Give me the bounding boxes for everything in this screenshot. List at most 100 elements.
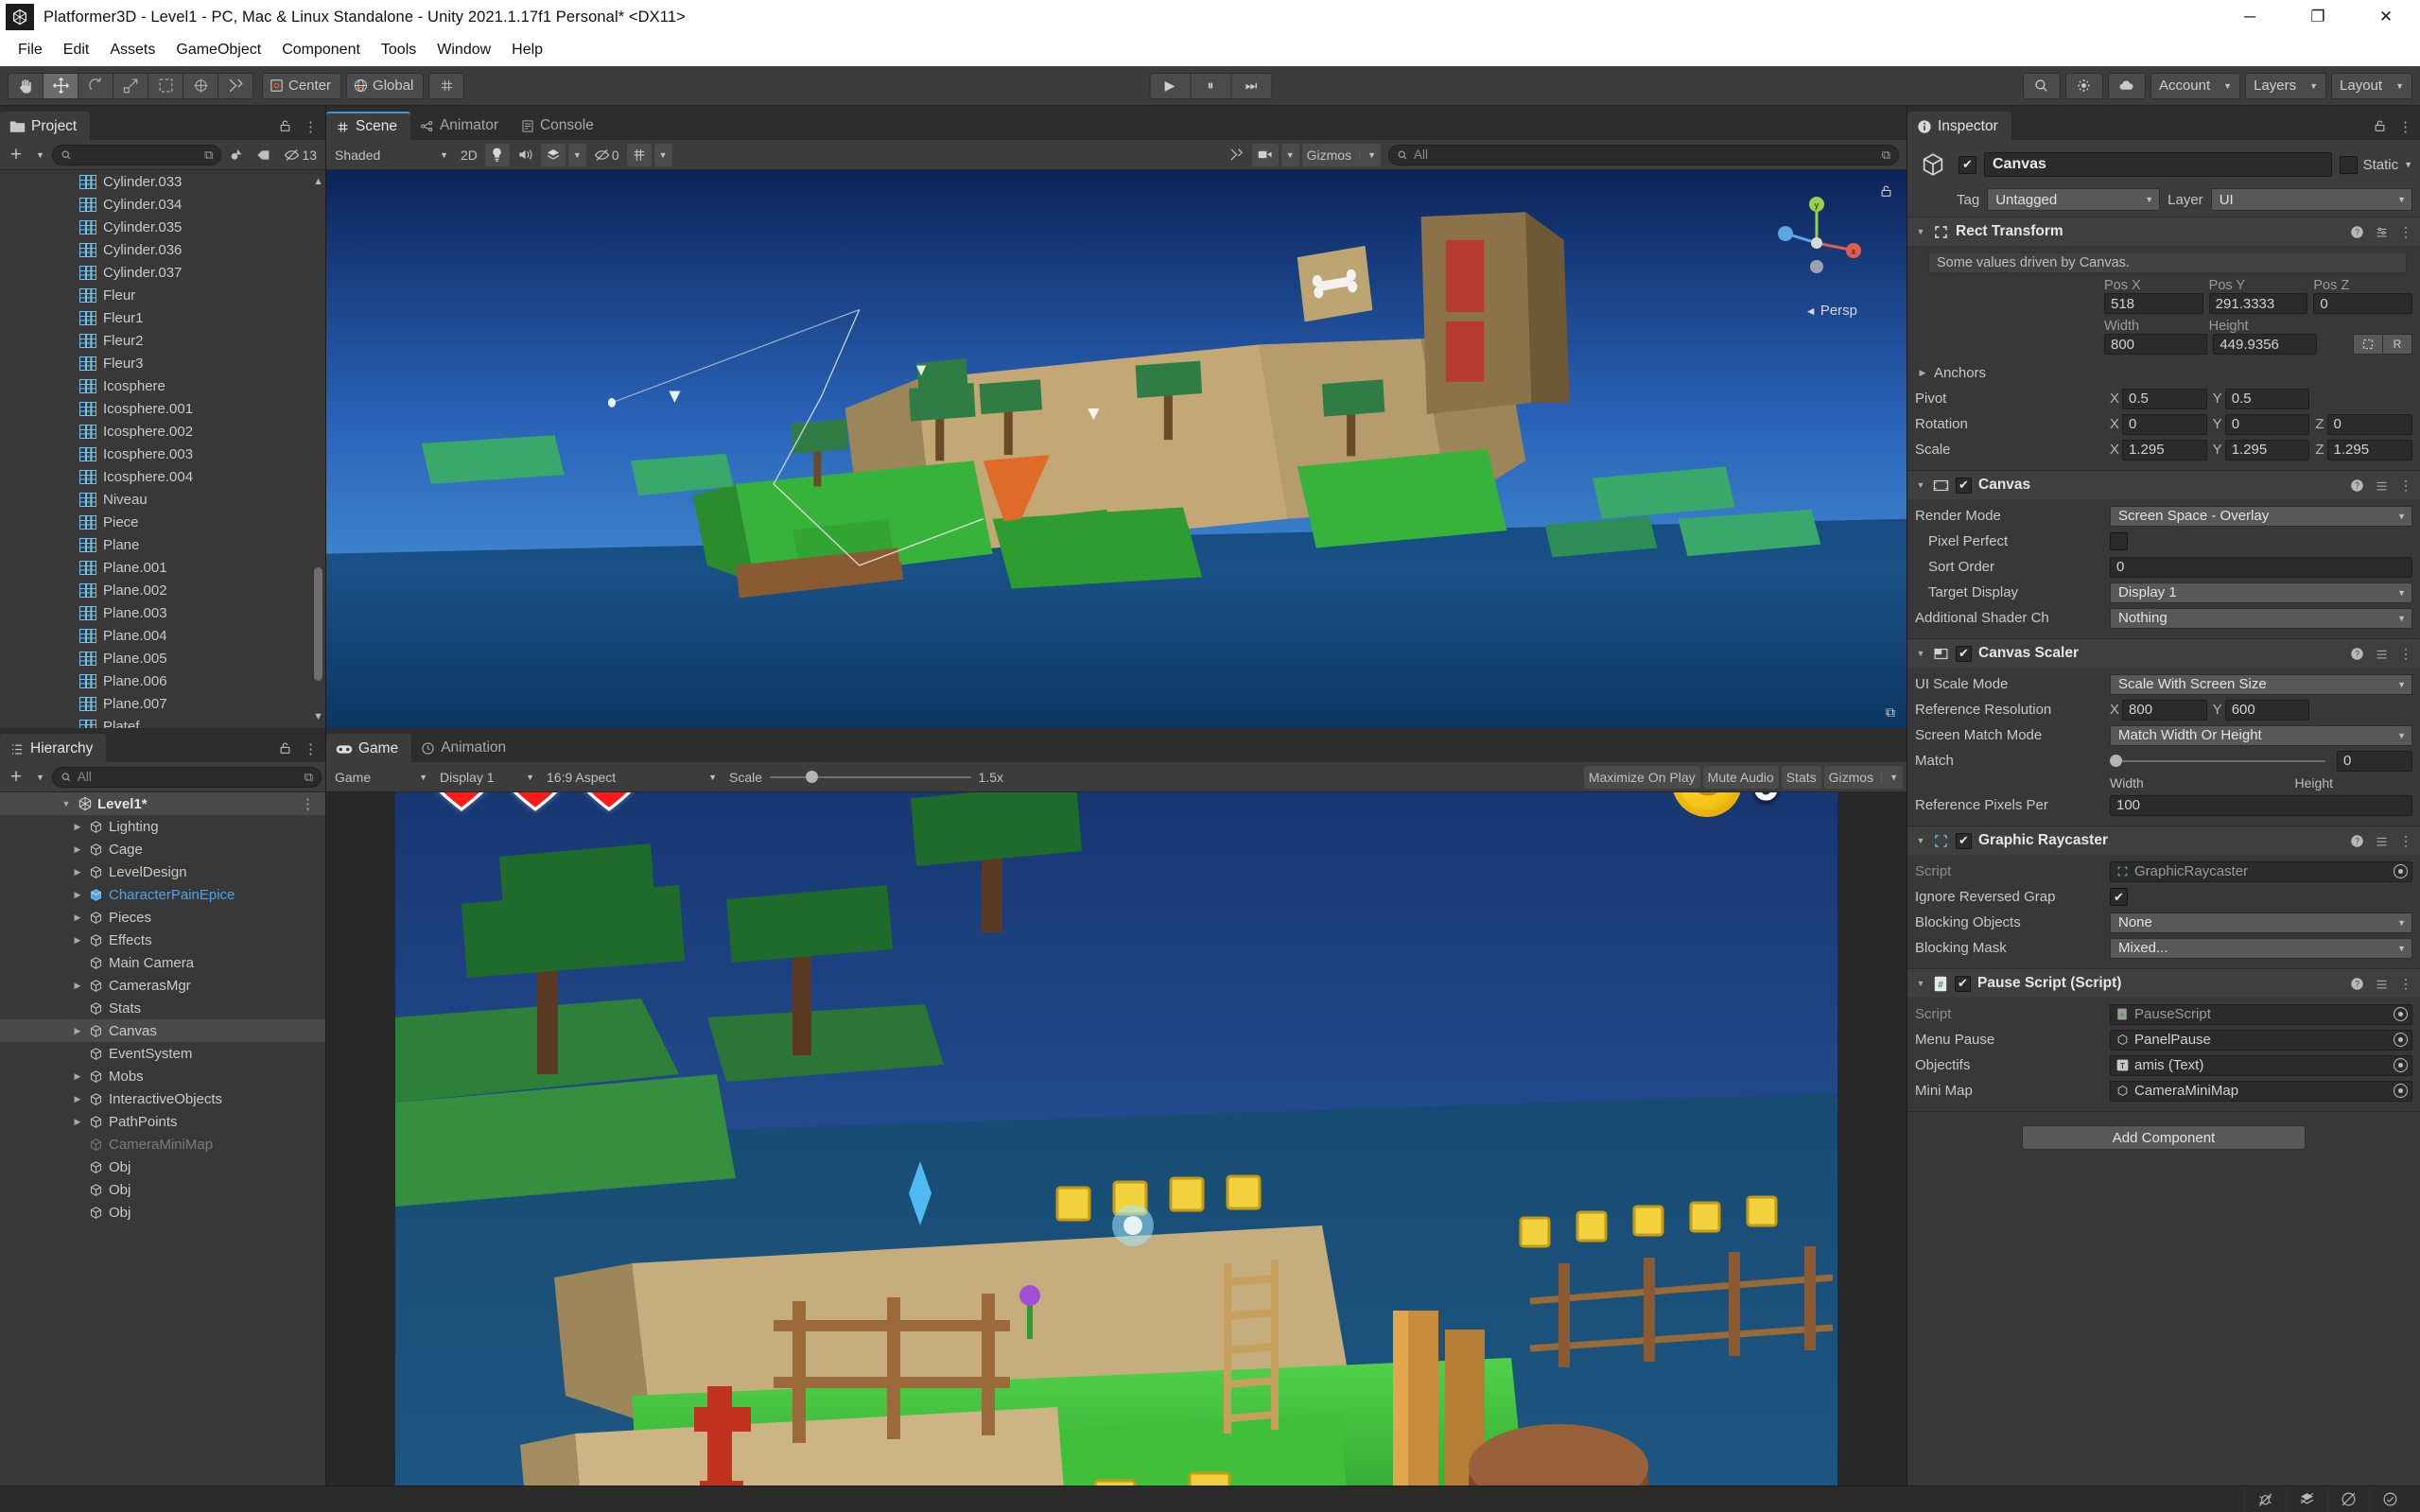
mini-map-object-field[interactable]: CameraMiniMap [2110,1080,2412,1102]
help-icon[interactable]: ? [2350,977,2364,991]
custom-editor-tool-button[interactable] [218,72,253,99]
light-bulb-icon[interactable] [484,143,510,166]
effects-caret-icon[interactable]: ▼ [567,143,586,166]
hierarchy-item-cameraminimap[interactable]: ▶ CameraMiniMap [0,1133,325,1156]
layers-dropdown[interactable]: Layers ▼ [2245,72,2327,99]
anchors-expand-icon[interactable]: ▶ [1917,368,1928,378]
blocking-objects-select[interactable]: None ▼ [2110,912,2412,933]
render-mode-select[interactable]: Screen Space - Overlay ▼ [2110,505,2412,527]
hierarchy-item-obj[interactable]: ▶ Obj [0,1178,325,1201]
add-component-button[interactable]: Add Component [2022,1125,2306,1150]
pixel-perfect-checkbox[interactable]: ✔ [2110,532,2128,550]
project-menu-icon[interactable]: ⋮ [304,118,318,135]
canvas-enabled-checkbox[interactable]: ✔ [1956,477,1972,494]
game-display-dropdown[interactable]: Display 1 ▼ [435,766,539,789]
audio-icon[interactable] [513,144,538,166]
expand-arrow-icon[interactable]: ▼ [61,799,72,808]
hierarchy-item-obj[interactable]: ▶ Obj [0,1156,325,1178]
help-icon[interactable]: ? [2350,647,2364,661]
scale-x-input[interactable]: 1.295 [2122,439,2207,461]
objectifs-object-field[interactable]: T amis (Text) [2110,1054,2412,1076]
project-search-input[interactable]: ⧉ [51,144,222,165]
expand-arrow-icon[interactable]: ▶ [72,844,83,855]
lock-icon[interactable] [2373,118,2387,135]
project-scrollbar[interactable] [314,567,322,681]
project-asset-item[interactable]: Icosphere.004 [0,465,325,488]
tab-animator[interactable]: Animator [410,112,512,140]
project-asset-item[interactable]: Plane.007 [0,692,325,715]
hierarchy-item-canvas[interactable]: ▶ Canvas [0,1019,325,1042]
window-close-button[interactable]: ✕ [2352,0,2420,34]
object-picker-icon[interactable] [2394,864,2408,878]
layout-dropdown[interactable]: Layout ▼ [2331,72,2412,99]
expand-arrow-icon[interactable]: ▶ [72,890,83,900]
hierarchy-item-lighting[interactable]: ▶ Lighting [0,815,325,838]
search-expand-icon[interactable]: ⧉ [204,148,213,163]
project-asset-item[interactable]: Niveau [0,488,325,511]
account-dropdown[interactable]: Account ▼ [2150,72,2241,99]
services-icon[interactable] [2064,72,2103,99]
rect-tool-button[interactable] [148,72,183,99]
hierarchy-item-camerasmgr[interactable]: ▶ CamerasMgr [0,974,325,997]
rotation-z-input[interactable]: 0 [2326,413,2413,435]
scene-expand-icon[interactable]: ⧉ [1886,704,1895,721]
script-object-field[interactable]: GraphicRaycaster [2110,860,2412,882]
menu-pause-object-field[interactable]: PanelPause [2110,1029,2412,1051]
scene-persp-label[interactable]: ◄ Persp [1805,303,1857,319]
help-icon[interactable]: ? [2350,225,2364,239]
menu-assets[interactable]: Assets [99,39,165,61]
scene-menu-icon[interactable]: ⋮ [301,795,316,812]
help-icon[interactable]: ? [2350,834,2364,848]
reference-pixels-input[interactable]: 100 [2110,794,2412,816]
project-asset-item[interactable]: Piece [0,511,325,533]
expand-arrow-icon[interactable]: ▶ [72,1117,83,1127]
scene-draw-mode-dropdown[interactable]: Shaded ▼ [330,144,453,166]
layers-status-icon[interactable] [2286,1486,2327,1512]
expand-arrow-icon[interactable]: ▶ [72,935,83,946]
scene-lock-icon[interactable] [1879,183,1893,199]
tab-project[interactable]: Project [0,112,91,140]
game-scale-slider[interactable]: Scale 1.5x [724,766,1008,789]
project-add-caret-icon[interactable]: ▼ [31,144,49,166]
ui-scale-mode-select[interactable]: Scale With Screen Size ▼ [2110,673,2412,695]
preset-icon[interactable] [2375,225,2389,239]
hierarchy-item-cage[interactable]: ▶ Cage [0,838,325,860]
layer-dropdown[interactable]: UI ▼ [2210,188,2412,211]
expand-arrow-icon[interactable]: ▶ [72,1026,83,1036]
game-maximize-on-play-toggle[interactable]: Maximize On Play [1583,765,1700,789]
project-filter-type-icon[interactable] [224,144,249,166]
window-minimize-button[interactable]: ─ [2216,0,2284,34]
object-picker-icon[interactable] [2394,1084,2408,1098]
expand-arrow-icon[interactable]: ▶ [72,1071,83,1082]
component-header[interactable]: ▼ ✔ Canvas ? ⋮ [1907,471,2420,499]
window-maximize-button[interactable]: ❐ [2284,0,2352,34]
hierarchy-add-button[interactable]: + [4,766,28,789]
tab-hierarchy[interactable]: Hierarchy [0,734,107,762]
hierarchy-item-pathpoints[interactable]: ▶ PathPoints [0,1110,325,1133]
component-menu-icon[interactable]: ⋮ [2399,833,2412,849]
hierarchy-scene-root[interactable]: ▼ Level1* ⋮ [0,792,325,815]
scene-2d-toggle[interactable]: 2D [456,144,482,166]
hierarchy-add-caret-icon[interactable]: ▼ [31,766,49,789]
hand-tool-button[interactable] [8,72,44,99]
object-picker-icon[interactable] [2394,1058,2408,1072]
scroll-down-icon[interactable]: ▼ [313,711,323,722]
help-icon[interactable]: ? [2350,478,2364,493]
project-asset-item[interactable]: Plane.003 [0,601,325,624]
width-input[interactable]: 800 [2104,334,2208,355]
step-button[interactable]: ⏭ [1230,72,1272,99]
project-asset-item[interactable]: Cylinder.034 [0,193,325,216]
gameobject-name-input[interactable]: Canvas [1984,152,2332,177]
project-asset-item[interactable]: Icosphere.001 [0,397,325,420]
cloud-icon[interactable] [2107,72,2146,99]
pivot-y-input[interactable]: 0.5 [2224,388,2310,409]
menu-window[interactable]: Window [427,39,501,61]
scene-gizmos-dropdown[interactable]: Gizmos ▼ [1301,143,1381,166]
grid-caret-icon[interactable]: ▼ [653,143,672,166]
hierarchy-item-interactiveobjects[interactable]: ▶ InteractiveObjects [0,1087,325,1110]
project-asset-item[interactable]: Fleur1 [0,306,325,329]
game-viewport[interactable]: C 0 [326,792,1906,1486]
project-hidden-count[interactable]: 13 [279,144,322,166]
menu-gameobject[interactable]: GameObject [165,39,271,61]
height-input[interactable]: 449.9356 [2213,334,2317,355]
